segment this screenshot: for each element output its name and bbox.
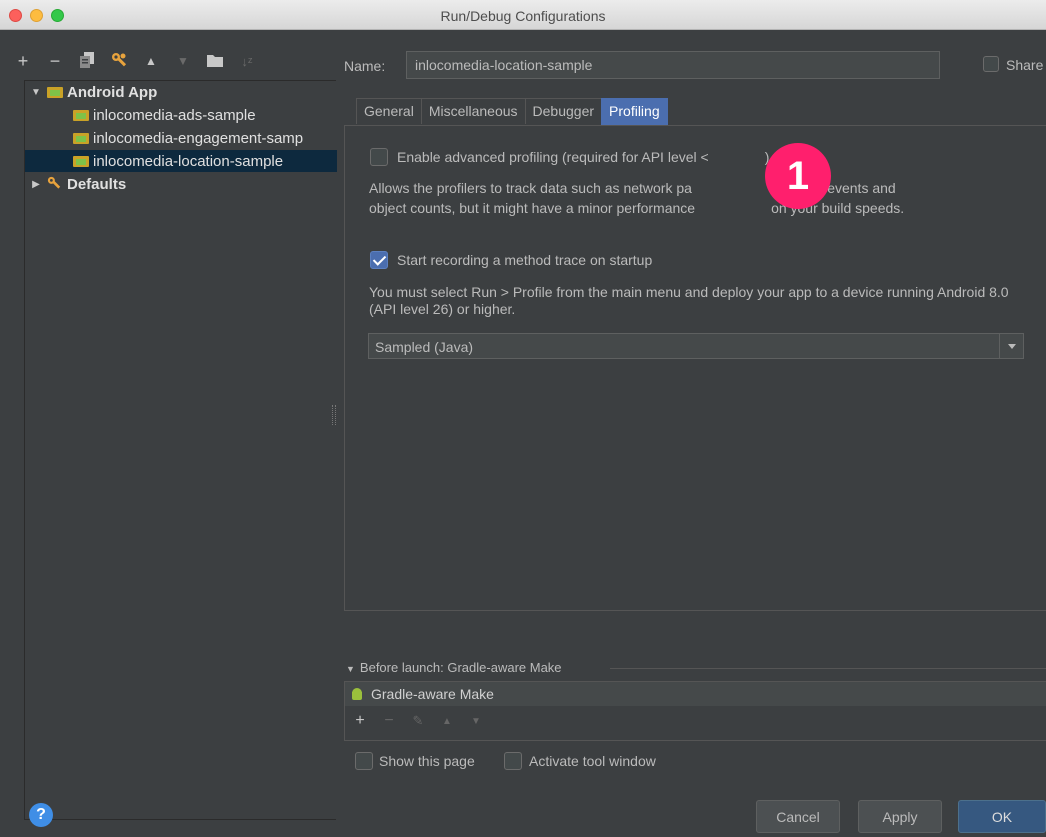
sort-icon[interactable]: ↓ᶻ [238,55,256,68]
add-task-icon[interactable]: + [352,712,368,730]
ok-button[interactable]: OK [958,800,1046,833]
configurations-tree: ▼ Android App inlocomedia-ads-sample inl… [24,80,337,820]
show-page-checkbox[interactable] [355,752,373,770]
remove-icon[interactable]: − [46,52,64,70]
tree-item-label: inlocomedia-engagement-samp [93,129,304,147]
tree-node-label: Defaults [67,175,127,193]
add-icon[interactable]: + [14,52,32,70]
tree-node-android-app[interactable]: ▼ Android App [25,81,337,103]
collapse-arrow-icon[interactable]: ▶ [29,179,43,190]
advanced-profiling-label[interactable]: Enable advanced profiling (required for … [397,149,769,165]
collapse-triangle-icon[interactable]: ▼ [346,664,355,674]
android-config-icon [73,155,89,167]
before-launch-header[interactable]: ▼ Before launch: Gradle-aware Make [346,660,562,675]
step-number-badge: 1 [765,143,831,209]
advanced-profiling-checkbox[interactable] [370,148,388,166]
task-label: Gradle-aware Make [371,686,494,702]
before-launch-list: Gradle-aware Make + − ✎ ▲ ▼ [344,681,1046,741]
before-launch-toolbar: + − ✎ ▲ ▼ [352,712,484,730]
folder-icon[interactable] [206,52,224,70]
android-icon [350,687,364,701]
move-up-icon[interactable]: ▲ [142,55,160,67]
tab-general[interactable]: General [356,98,422,124]
move-task-up-icon[interactable]: ▲ [439,716,455,727]
activate-tool-window-label[interactable]: Activate tool window [529,753,656,769]
name-input[interactable]: inlocomedia-location-sample [406,51,940,79]
move-task-down-icon[interactable]: ▼ [468,716,484,727]
tree-item-location-sample[interactable]: inlocomedia-location-sample [25,150,337,172]
before-launch-divider [610,668,1046,669]
apply-button[interactable]: Apply [858,800,942,833]
panel-splitter[interactable] [332,405,336,425]
share-label: Share [1006,57,1044,73]
title-bar: Run/Debug Configurations [0,0,1046,30]
wrench-icon[interactable] [110,52,128,71]
tree-node-defaults[interactable]: ▶ Defaults [25,173,337,195]
defaults-wrench-icon [47,176,63,193]
expand-arrow-icon[interactable]: ▼ [29,87,43,98]
chevron-down-icon[interactable] [999,334,1023,358]
show-page-label[interactable]: Show this page [379,753,475,769]
window-title: Run/Debug Configurations [440,8,606,24]
method-trace-checkbox[interactable] [370,251,388,269]
tree-item-engagement-sample[interactable]: inlocomedia-engagement-samp [25,127,337,149]
edit-task-icon[interactable]: ✎ [410,713,426,729]
cancel-button[interactable]: Cancel [756,800,840,833]
android-config-icon [73,132,89,144]
tree-item-label: inlocomedia-location-sample [93,152,284,170]
help-button[interactable]: ? [29,803,53,827]
trace-mode-value: Sampled (Java) [375,339,474,355]
tree-node-label: Android App [67,83,158,101]
share-checkbox[interactable] [983,56,999,72]
move-down-icon[interactable]: ▼ [174,55,192,67]
tab-profiling[interactable]: Profiling [601,98,668,125]
config-tabs: General Miscellaneous Debugger Profiling [356,98,668,125]
tab-miscellaneous[interactable]: Miscellaneous [420,98,526,124]
tab-debugger[interactable]: Debugger [524,98,603,124]
name-label: Name: [344,58,386,74]
method-trace-label[interactable]: Start recording a method trace on startu… [397,252,652,268]
tree-item-label: inlocomedia-ads-sample [93,106,256,124]
method-trace-description: You must select Run > Profile from the m… [369,284,1009,317]
configurations-sidebar: + − ▲ ▼ ↓ᶻ ▼ Android App inlocomedia-ads… [0,30,337,820]
advanced-profiling-description-line2: object counts, but it might have a minor… [369,200,905,216]
copy-icon[interactable] [78,51,96,71]
android-config-icon [73,109,89,121]
trace-mode-select[interactable]: Sampled (Java) [368,333,1024,359]
remove-task-icon[interactable]: − [381,712,397,730]
tree-item-ads-sample[interactable]: inlocomedia-ads-sample [25,104,337,126]
activate-tool-window-checkbox[interactable] [504,752,522,770]
profiling-panel [344,125,1046,611]
sidebar-toolbar: + − ▲ ▼ ↓ᶻ [14,48,256,74]
android-folder-icon [47,86,63,98]
before-launch-task[interactable]: Gradle-aware Make [345,682,1046,706]
